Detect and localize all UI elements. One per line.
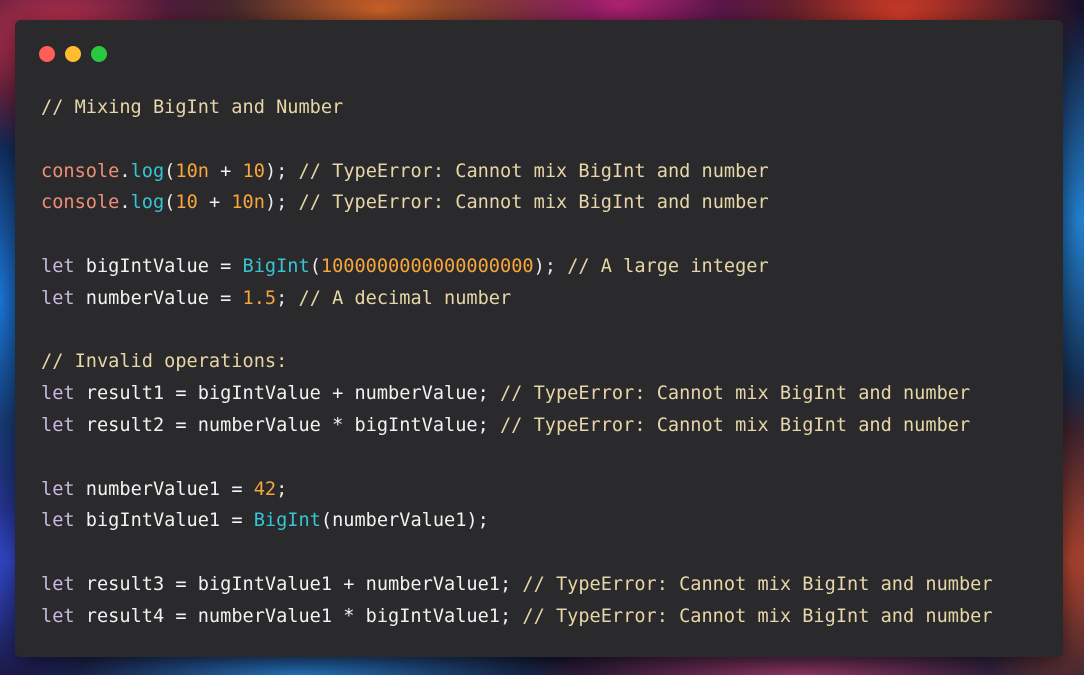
code-comment: // Invalid operations: bbox=[41, 351, 288, 373]
code-text: numberValue = bbox=[74, 287, 243, 309]
window-controls bbox=[39, 46, 107, 62]
code-text: result3 = bigIntValue1 + numberValue1; bbox=[74, 573, 523, 595]
code-punctuation: ; bbox=[276, 287, 299, 309]
code-line: console.log(10 + 10n); // TypeError: Can… bbox=[41, 187, 993, 219]
code-line: // Mixing BigInt and Number bbox=[41, 92, 993, 124]
code-number: 10n bbox=[175, 160, 209, 182]
code-number: 42 bbox=[253, 478, 277, 500]
code-punctuation: ; bbox=[276, 478, 288, 500]
code-function: BigInt bbox=[242, 255, 310, 277]
code-function: log bbox=[130, 192, 165, 214]
code-number: 10 bbox=[175, 192, 198, 214]
code-block: // Mixing BigInt and Number console.log(1… bbox=[41, 92, 993, 633]
code-text: (numberValue1); bbox=[320, 510, 489, 532]
code-keyword: let bbox=[41, 255, 75, 277]
code-text: bigIntValue1 = bbox=[74, 510, 254, 532]
code-keyword: let bbox=[41, 573, 75, 595]
code-object: console bbox=[41, 160, 120, 182]
code-punctuation: ); bbox=[264, 160, 299, 182]
code-number: 10 bbox=[242, 160, 265, 182]
code-keyword: let bbox=[41, 605, 75, 627]
code-punctuation: ( bbox=[164, 192, 176, 214]
code-object: console bbox=[41, 192, 120, 214]
code-text: numberValue1 = bbox=[74, 478, 254, 500]
code-line: let result2 = numberValue * bigIntValue;… bbox=[41, 410, 993, 442]
code-punctuation: ); bbox=[264, 192, 299, 214]
code-text: + bbox=[208, 160, 243, 182]
code-comment: // A large integer bbox=[567, 255, 769, 277]
code-line: let result3 = bigIntValue1 + numberValue… bbox=[41, 569, 993, 601]
code-comment: // TypeError: Cannot mix BigInt and numb… bbox=[298, 160, 769, 182]
code-text: result2 = numberValue * bigIntValue; bbox=[74, 414, 500, 436]
code-comment: // A decimal number bbox=[298, 287, 512, 309]
code-line: let result4 = numberValue1 * bigIntValue… bbox=[41, 601, 993, 633]
code-comment: // TypeError: Cannot mix BigInt and numb… bbox=[298, 192, 769, 214]
code-comment: // TypeError: Cannot mix BigInt and numb… bbox=[499, 414, 971, 436]
close-dot-icon[interactable] bbox=[39, 46, 55, 62]
code-function: log bbox=[130, 160, 165, 182]
code-punctuation: ); bbox=[533, 255, 568, 277]
code-punctuation: . bbox=[119, 160, 131, 182]
code-line: let numberValue1 = 42; bbox=[41, 474, 993, 506]
code-comment: // Mixing BigInt and Number bbox=[41, 97, 344, 118]
code-line: let bigIntValue = BigInt(100000000000000… bbox=[41, 251, 993, 283]
code-punctuation: ( bbox=[164, 160, 176, 182]
code-function: BigInt bbox=[253, 510, 321, 532]
code-number: 1000000000000000000 bbox=[320, 255, 534, 277]
code-text: result1 = bigIntValue + numberValue; bbox=[74, 383, 500, 405]
zoom-dot-icon[interactable] bbox=[91, 46, 107, 62]
code-line: // Invalid operations: bbox=[41, 346, 993, 378]
code-keyword: let bbox=[41, 478, 75, 500]
code-text: + bbox=[197, 192, 232, 214]
code-punctuation: ( bbox=[309, 255, 321, 277]
code-window: // Mixing BigInt and Number console.log(1… bbox=[15, 20, 1063, 657]
code-keyword: let bbox=[41, 510, 75, 532]
code-number: 10n bbox=[231, 192, 265, 214]
code-keyword: let bbox=[41, 287, 75, 309]
code-comment: // TypeError: Cannot mix BigInt and numb… bbox=[499, 383, 971, 405]
code-number: 1.5 bbox=[242, 287, 277, 309]
code-line: let result1 = bigIntValue + numberValue;… bbox=[41, 378, 993, 410]
code-comment: // TypeError: Cannot mix BigInt and numb… bbox=[522, 605, 993, 627]
code-keyword: let bbox=[41, 383, 75, 405]
code-keyword: let bbox=[41, 414, 75, 436]
code-line: console.log(10n + 10); // TypeError: Can… bbox=[41, 156, 993, 188]
code-comment: // TypeError: Cannot mix BigInt and numb… bbox=[522, 573, 993, 595]
code-text: bigIntValue = bbox=[74, 255, 243, 277]
code-line: let bigIntValue1 = BigInt(numberValue1); bbox=[41, 505, 993, 537]
code-text: result4 = numberValue1 * bigIntValue1; bbox=[74, 605, 523, 627]
minimize-dot-icon[interactable] bbox=[65, 46, 81, 62]
code-punctuation: . bbox=[119, 192, 131, 214]
code-line: let numberValue = 1.5; // A decimal numb… bbox=[41, 283, 993, 315]
